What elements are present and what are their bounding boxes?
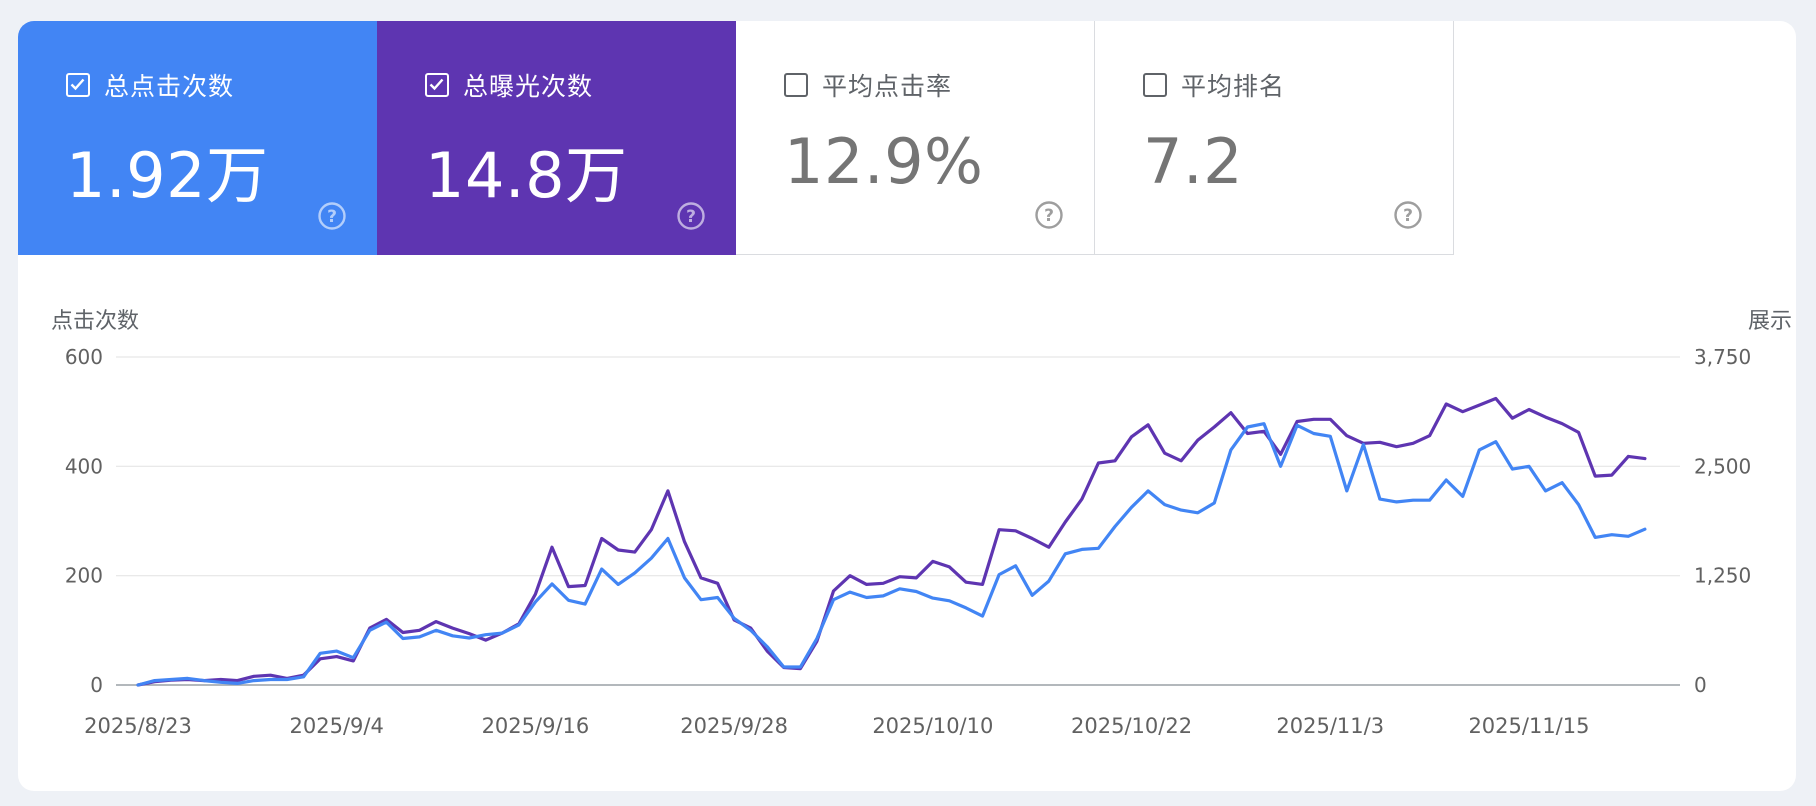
y-left-tick-label: 600 [65,345,103,369]
y-axis-left-label: 点击次数 [51,309,139,334]
x-tick-label: 2025/11/3 [1276,714,1384,738]
y-axis-right-label: 展示 [1748,309,1792,334]
y-left-tick-label: 200 [65,564,103,588]
x-tick-label: 2025/10/22 [1071,714,1192,738]
y-right-tick-label: 1,250 [1694,564,1751,588]
y-right-tick-label: 2,500 [1694,454,1751,478]
x-tick-label: 2025/8/23 [84,714,192,738]
performance-line-chart: 点击次数 展示 0 0 200 1,250 400 2,500 600 3,750 2025/8… [51,309,1792,738]
x-tick-label: 2025/9/4 [290,714,384,738]
y-left-tick-label: 0 [90,673,103,697]
x-tick-label: 2025/10/10 [872,714,993,738]
y-right-tick-label: 3,750 [1694,345,1751,369]
x-tick-label: 2025/9/28 [680,714,788,738]
y-right-tick-label: 0 [1694,673,1707,697]
x-tick-label: 2025/11/15 [1468,714,1589,738]
y-left-tick-label: 400 [65,454,103,478]
performance-card: 总点击次数 1.92万 ? 总曝光次数 14.8万 ? 平均点击率 12.9% … [18,21,1796,791]
x-tick-label: 2025/9/16 [482,714,590,738]
series-line-clicks[interactable] [136,422,1647,687]
